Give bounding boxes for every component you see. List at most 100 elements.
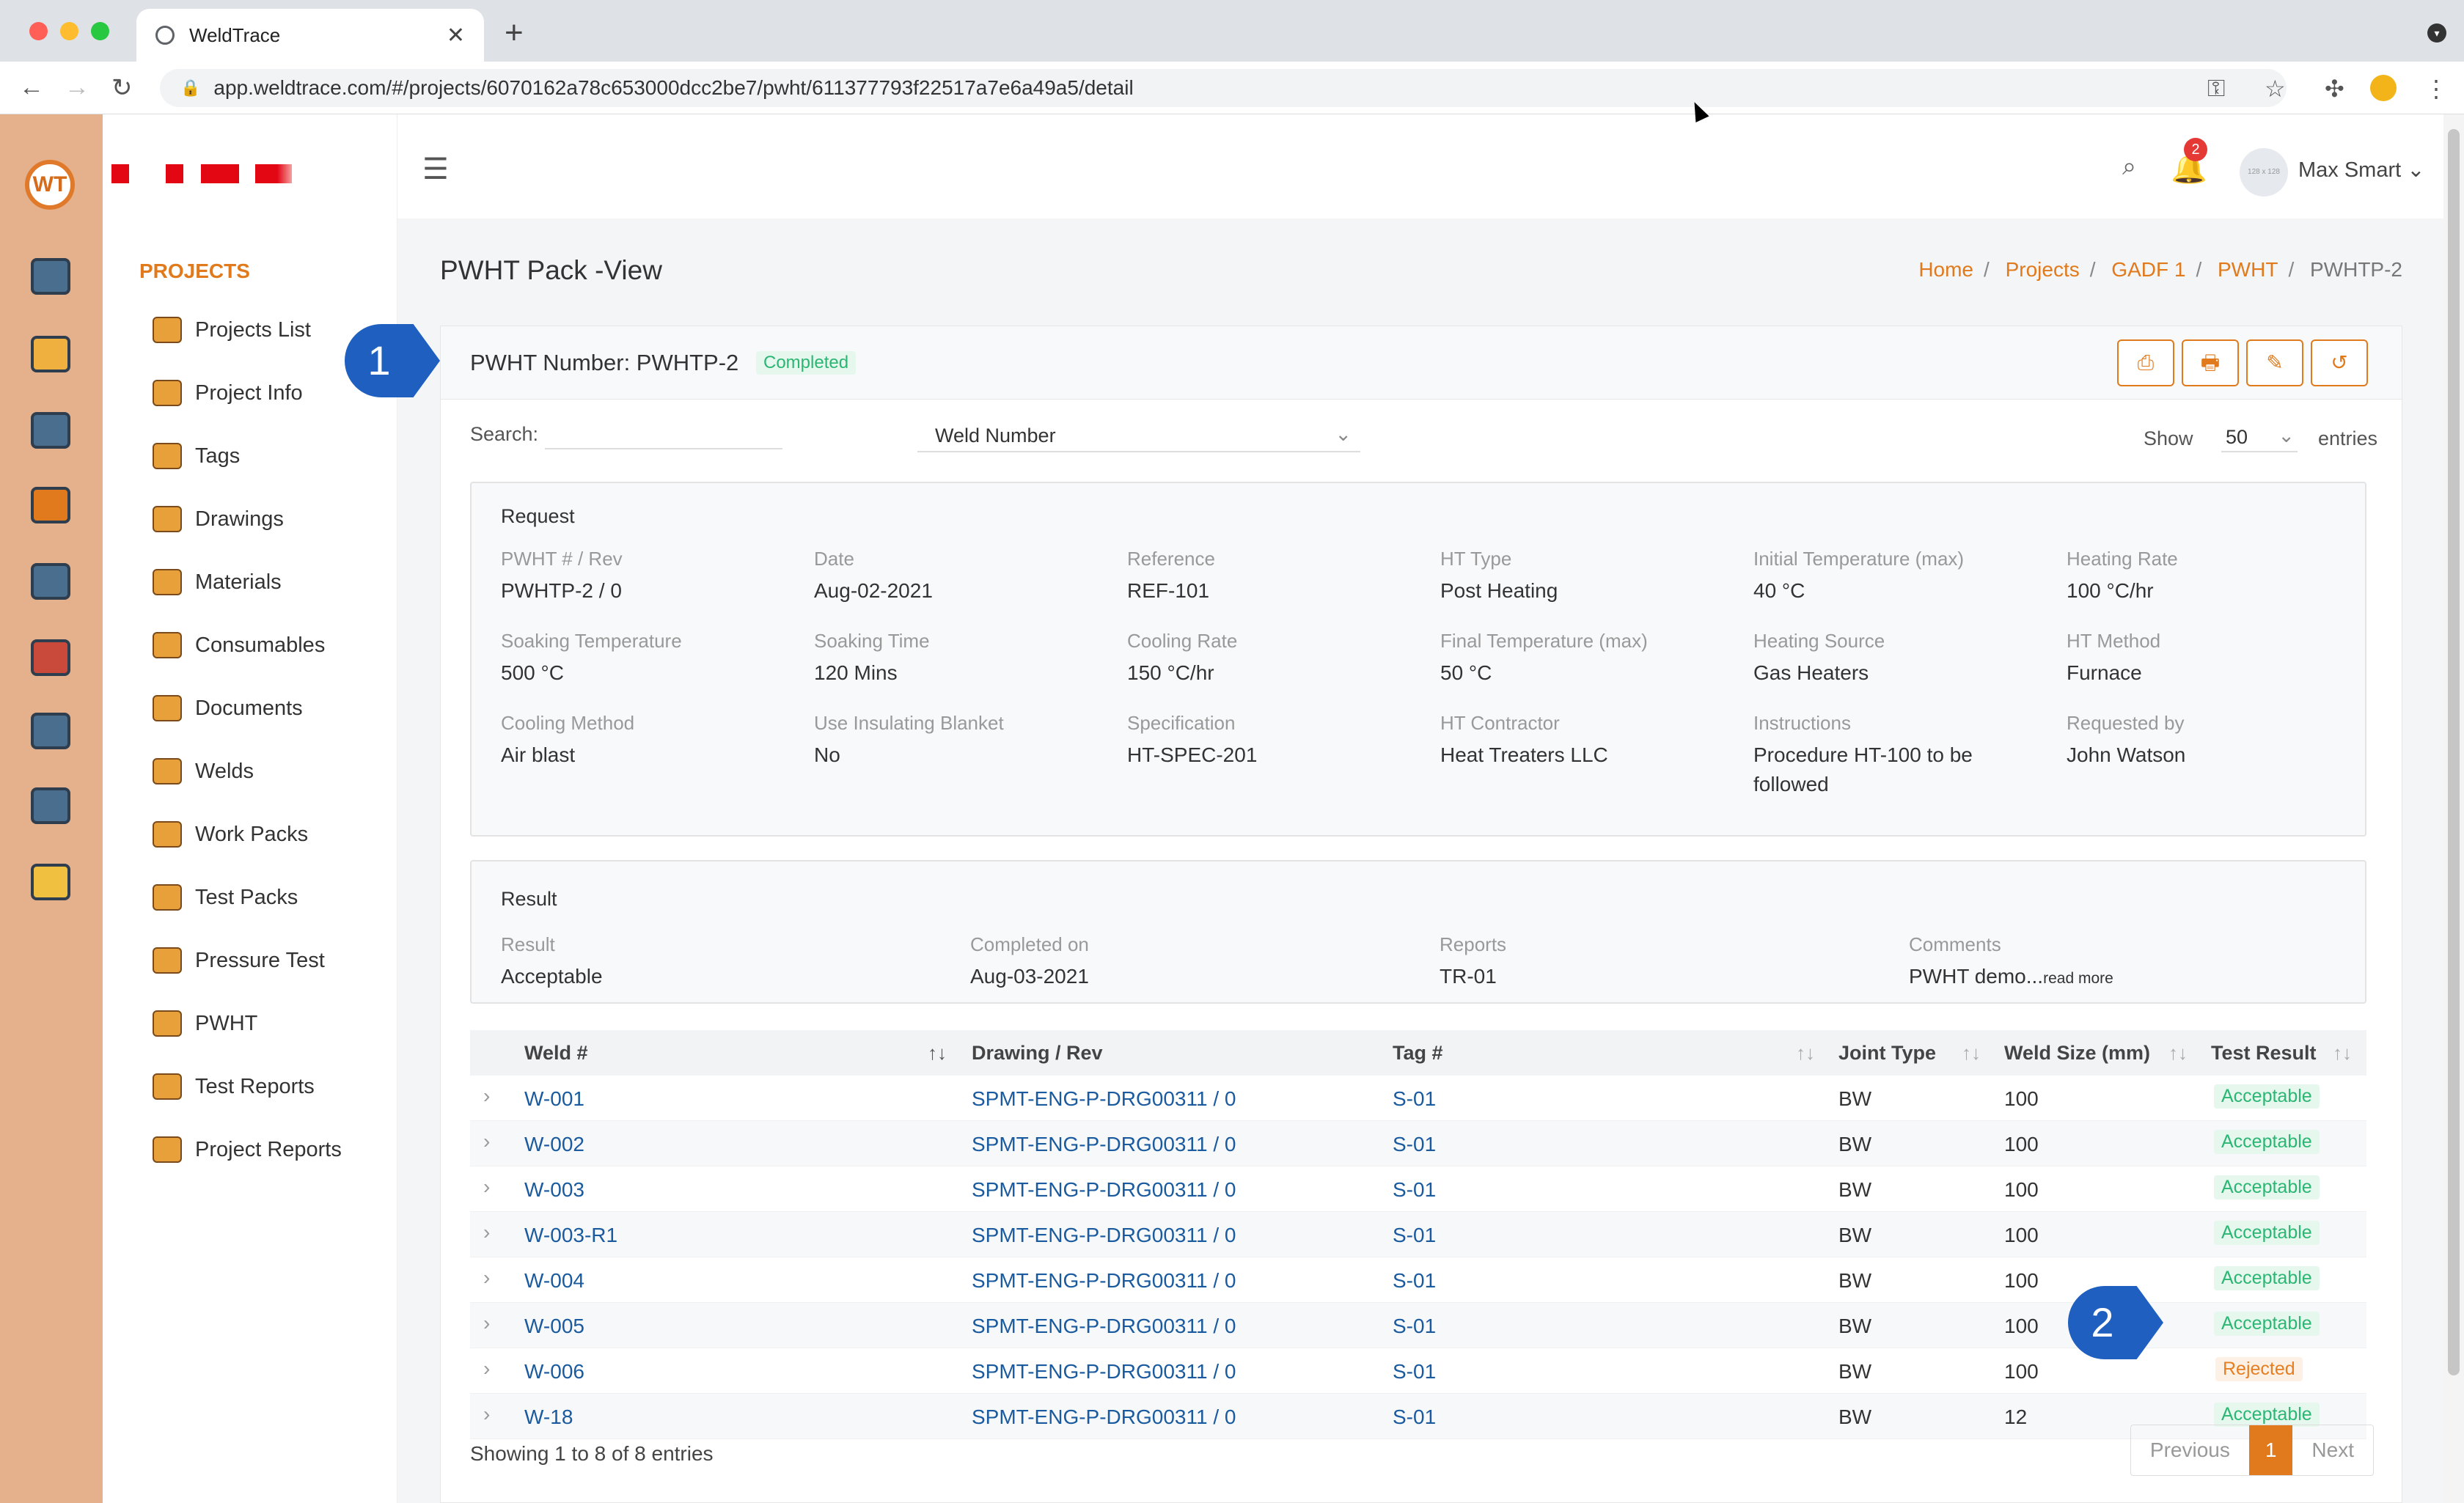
- chevron-right-icon[interactable]: ›: [483, 1221, 490, 1244]
- drawing-link[interactable]: SPMT-ENG-P-DRG00311 / 0: [972, 1133, 1236, 1156]
- user-menu[interactable]: Max Smart ⌄: [2298, 157, 2425, 183]
- weldtrace-logo[interactable]: WT: [25, 160, 75, 210]
- checklist-clock-icon[interactable]: [31, 787, 70, 824]
- address-bar[interactable]: 🔒 app.weldtrace.com/#/projects/6070162a7…: [160, 69, 2287, 107]
- drawing-link[interactable]: SPMT-ENG-P-DRG00311 / 0: [972, 1405, 1236, 1429]
- page-size-select[interactable]: 50 ⌄: [2221, 417, 2298, 452]
- col-weld-size[interactable]: Weld Size (mm): [2004, 1042, 2150, 1065]
- col-tag[interactable]: Tag #: [1393, 1042, 1443, 1065]
- projects-folder-icon[interactable]: [31, 336, 70, 372]
- col-drawing[interactable]: Drawing / Rev: [972, 1042, 1103, 1065]
- sidebar-item-project-reports[interactable]: Project Reports: [153, 1136, 342, 1163]
- previous-page-button[interactable]: Previous: [2131, 1425, 2249, 1475]
- chevron-right-icon[interactable]: ›: [483, 1357, 490, 1381]
- org-chart-icon[interactable]: [31, 563, 70, 600]
- weld-link[interactable]: W-003-R1: [524, 1224, 617, 1247]
- weld-link[interactable]: W-006: [524, 1360, 584, 1383]
- table-row[interactable]: › W-002 SPMT-ENG-P-DRG00311 / 0 S-01 BW 100 Ac…: [470, 1121, 2366, 1166]
- sidebar-item-projects-list[interactable]: Projects List: [153, 317, 311, 343]
- weld-link[interactable]: W-004: [524, 1269, 584, 1293]
- drawing-link[interactable]: SPMT-ENG-P-DRG00311 / 0: [972, 1360, 1236, 1383]
- table-row[interactable]: › W-003-R1 SPMT-ENG-P-DRG00311 / 0 S-01 BW 10…: [470, 1212, 2366, 1257]
- col-weld[interactable]: Weld #: [524, 1042, 588, 1065]
- avatar[interactable]: 128 x 128: [2240, 148, 2288, 196]
- edit-button[interactable]: ✎: [2246, 339, 2303, 386]
- search-field-select[interactable]: Weld Number ⌄: [917, 414, 1360, 452]
- tag-link[interactable]: S-01: [1393, 1315, 1436, 1338]
- chevron-right-icon[interactable]: ›: [483, 1084, 490, 1108]
- sort-icon[interactable]: ↑↓: [1962, 1042, 1981, 1065]
- page-1-button[interactable]: 1: [2248, 1425, 2293, 1475]
- hamburger-menu-icon[interactable]: ☰: [422, 152, 449, 186]
- sort-icon[interactable]: ↑↓: [2333, 1042, 2352, 1065]
- tag-link[interactable]: S-01: [1393, 1405, 1436, 1429]
- chevron-right-icon[interactable]: ›: [483, 1312, 490, 1335]
- close-window-button[interactable]: [29, 22, 48, 40]
- table-row[interactable]: › W-006 SPMT-ENG-P-DRG00311 / 0 S-01 BW 100 Re…: [470, 1348, 2366, 1394]
- extensions-icon[interactable]: ✣: [2325, 75, 2344, 103]
- monitor-icon[interactable]: [31, 258, 70, 295]
- weld-link[interactable]: W-001: [524, 1087, 584, 1111]
- profile-icon[interactable]: [2370, 75, 2397, 101]
- close-tab-icon[interactable]: ✕: [447, 23, 465, 48]
- minimize-window-button[interactable]: [60, 22, 78, 40]
- certificate-icon[interactable]: [31, 864, 70, 900]
- search-input[interactable]: [545, 417, 782, 449]
- chevron-right-icon[interactable]: ›: [483, 1175, 490, 1199]
- sort-icon[interactable]: ↑↓: [1796, 1042, 1815, 1065]
- tag-link[interactable]: S-01: [1393, 1360, 1436, 1383]
- history-button[interactable]: ↺: [2311, 339, 2368, 386]
- col-test-result[interactable]: Test Result: [2211, 1042, 2317, 1065]
- tab-search-icon[interactable]: ▾: [2427, 23, 2446, 43]
- sidebar-item-work-packs[interactable]: Work Packs: [153, 821, 308, 848]
- next-page-button[interactable]: Next: [2292, 1425, 2373, 1475]
- drawing-link[interactable]: SPMT-ENG-P-DRG00311 / 0: [972, 1224, 1236, 1247]
- breadcrumb-projects[interactable]: Projects: [2006, 258, 2080, 281]
- sidebar-item-welds[interactable]: Welds: [153, 758, 254, 784]
- breadcrumb-home[interactable]: Home: [1918, 258, 1973, 281]
- print-preview-button[interactable]: ⎙: [2117, 339, 2174, 386]
- table-row[interactable]: › W-18 SPMT-ENG-P-DRG00311 / 0 S-01 BW 12 Acce…: [470, 1394, 2366, 1439]
- breadcrumb-project[interactable]: GADF 1: [2111, 258, 2185, 281]
- drawing-link[interactable]: SPMT-ENG-P-DRG00311 / 0: [972, 1269, 1236, 1293]
- sidebar-item-drawings[interactable]: Drawings: [153, 506, 284, 532]
- chevron-right-icon[interactable]: ›: [483, 1266, 490, 1290]
- sidebar-item-documents[interactable]: Documents: [153, 695, 303, 721]
- drawing-link[interactable]: SPMT-ENG-P-DRG00311 / 0: [972, 1087, 1236, 1111]
- sidebar-item-project-info[interactable]: Project Info: [153, 380, 303, 406]
- dashboard-icon[interactable]: [31, 639, 70, 676]
- menu-dots-icon[interactable]: ⋮: [2424, 75, 2448, 103]
- tag-link[interactable]: S-01: [1393, 1224, 1436, 1247]
- sidebar-item-pressure-test[interactable]: Pressure Test: [153, 947, 325, 974]
- welder-icon[interactable]: [31, 487, 70, 523]
- table-row[interactable]: › W-001 SPMT-ENG-P-DRG00311 / 0 S-01 BW 100 Ac…: [470, 1076, 2366, 1121]
- reload-icon[interactable]: ↻: [111, 73, 133, 103]
- sidebar-item-consumables[interactable]: Consumables: [153, 632, 325, 658]
- breadcrumb-pwht[interactable]: PWHT: [2218, 258, 2278, 281]
- tag-link[interactable]: S-01: [1393, 1133, 1436, 1156]
- browser-tab[interactable]: WeldTrace ✕: [136, 9, 484, 62]
- drawing-link[interactable]: SPMT-ENG-P-DRG00311 / 0: [972, 1178, 1236, 1202]
- chevron-right-icon[interactable]: ›: [483, 1403, 490, 1426]
- weld-link[interactable]: W-005: [524, 1315, 584, 1338]
- clipboard-settings-icon[interactable]: [31, 412, 70, 449]
- forward-icon[interactable]: →: [65, 73, 89, 102]
- col-joint-type[interactable]: Joint Type: [1838, 1042, 1936, 1065]
- tag-link[interactable]: S-01: [1393, 1087, 1436, 1111]
- new-tab-button[interactable]: +: [505, 15, 524, 51]
- weld-link[interactable]: W-18: [524, 1405, 573, 1429]
- scrollbar[interactable]: [2443, 114, 2464, 1503]
- maximize-window-button[interactable]: [91, 22, 109, 40]
- print-button[interactable]: 🖶: [2182, 339, 2239, 386]
- sidebar-item-materials[interactable]: Materials: [153, 569, 282, 595]
- tag-link[interactable]: S-01: [1393, 1269, 1436, 1293]
- star-icon[interactable]: ☆: [2265, 75, 2286, 103]
- weld-link[interactable]: W-002: [524, 1133, 584, 1156]
- key-icon[interactable]: ⚿: [2207, 75, 2225, 103]
- chevron-right-icon[interactable]: ›: [483, 1130, 490, 1153]
- scrollbar-thumb[interactable]: [2448, 129, 2460, 1375]
- table-row[interactable]: › W-003 SPMT-ENG-P-DRG00311 / 0 S-01 BW 100 Ac…: [470, 1166, 2366, 1212]
- sidebar-item-test-packs[interactable]: Test Packs: [153, 884, 298, 911]
- team-icon[interactable]: [31, 713, 70, 749]
- drawing-link[interactable]: SPMT-ENG-P-DRG00311 / 0: [972, 1315, 1236, 1338]
